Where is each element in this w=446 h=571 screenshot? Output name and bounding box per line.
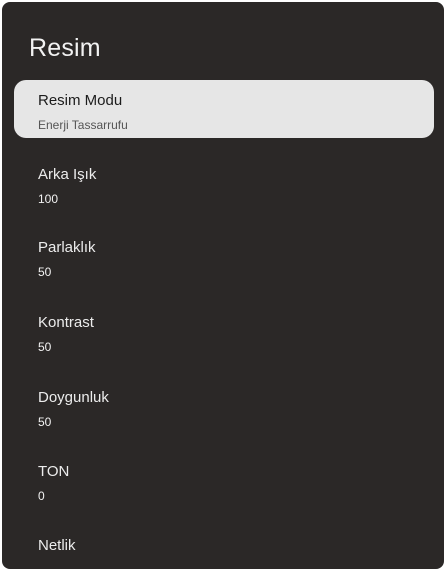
settings-panel: Resim Resim Modu Enerji Tassarrufu Arka … bbox=[2, 2, 444, 569]
menu-item-resim-modu[interactable]: Resim Modu Enerji Tassarrufu bbox=[14, 80, 434, 138]
menu-item-value: Enerji Tassarrufu bbox=[38, 118, 128, 132]
menu-item-arka-isik[interactable]: Arka Işık 100 bbox=[14, 154, 434, 212]
menu-item-doygunluk[interactable]: Doygunluk 50 bbox=[14, 377, 434, 435]
menu-item-netlik[interactable]: Netlik bbox=[14, 525, 434, 569]
menu-item-label: TON bbox=[38, 463, 70, 480]
menu-item-kontrast[interactable]: Kontrast 50 bbox=[14, 302, 434, 360]
menu-item-label: Resim Modu bbox=[38, 92, 123, 109]
menu-item-parlaklik[interactable]: Parlaklık 50 bbox=[14, 227, 434, 285]
menu-item-label: Kontrast bbox=[38, 314, 94, 331]
menu-item-label: Parlaklık bbox=[38, 239, 96, 256]
menu-item-label: Netlik bbox=[38, 537, 76, 554]
menu-item-value: 50 bbox=[38, 265, 52, 279]
menu-item-label: Doygunluk bbox=[38, 389, 109, 406]
menu-item-label: Arka Işık bbox=[38, 166, 97, 183]
menu-item-ton[interactable]: TON 0 bbox=[14, 451, 434, 509]
menu-item-value: 100 bbox=[38, 192, 59, 206]
menu-item-value: 50 bbox=[38, 340, 52, 354]
page-title: Resim bbox=[29, 34, 101, 62]
menu-item-value: 0 bbox=[38, 489, 45, 503]
menu-item-value: 50 bbox=[38, 415, 52, 429]
